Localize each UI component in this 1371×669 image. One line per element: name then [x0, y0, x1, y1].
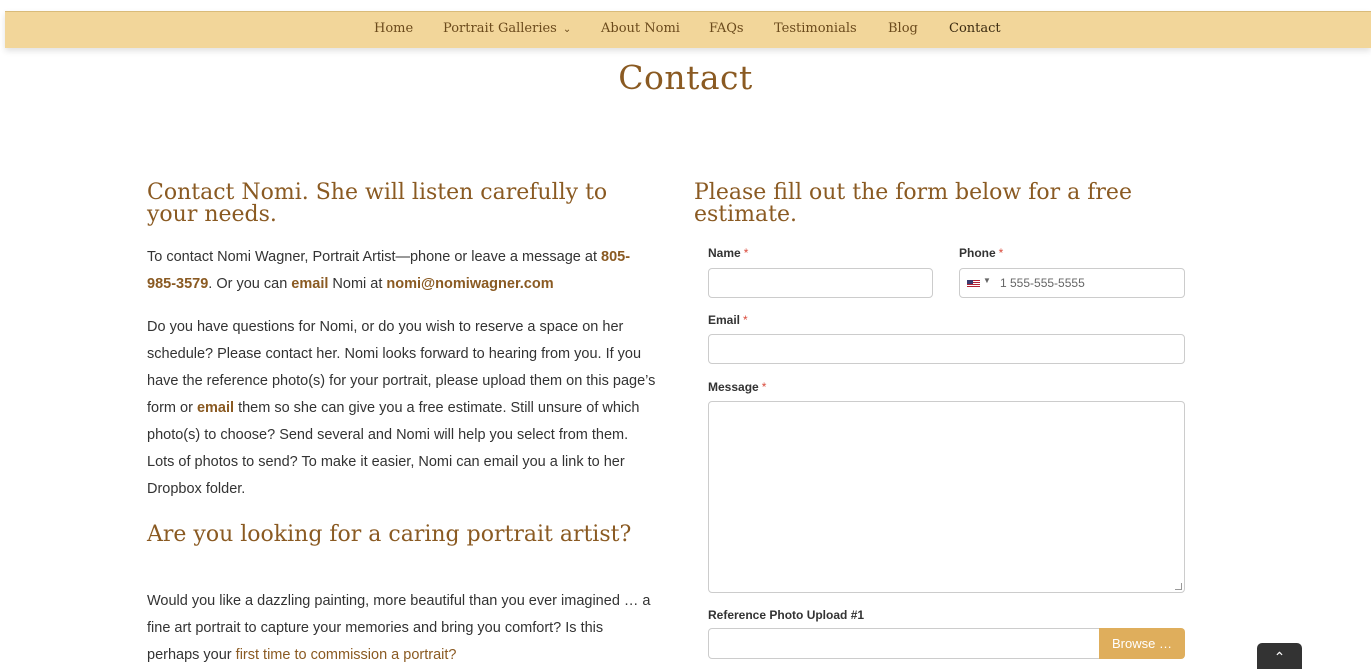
first-time-link[interactable]: first time to commission a portrait? — [236, 647, 457, 663]
message-textarea[interactable] — [708, 401, 1185, 593]
nav-portrait-galleries[interactable]: Portrait Galleries ⌄ — [443, 21, 571, 36]
email-label: Email * — [708, 313, 748, 327]
back-to-top-button[interactable]: ⌃ — [1257, 643, 1302, 669]
phone-label: Phone * — [959, 246, 1003, 260]
email-link[interactable]: email — [291, 276, 328, 292]
phone-placeholder: 1 555-555-5555 — [1000, 276, 1085, 290]
contact-heading: Contact Nomi. She will listen carefully … — [147, 180, 608, 227]
chevron-up-icon: ⌃ — [1273, 649, 1286, 665]
page-title: Contact — [618, 58, 753, 97]
nav-about-nomi[interactable]: About Nomi — [601, 21, 680, 36]
name-label: Name * — [708, 246, 748, 260]
required-mark: * — [743, 313, 748, 327]
nav-contact[interactable]: Contact — [949, 21, 1001, 36]
email-input[interactable] — [708, 334, 1185, 364]
form-heading: Please fill out the form below for a fre… — [694, 180, 1132, 227]
upload-label: Reference Photo Upload #1 — [708, 608, 865, 622]
contact-paragraph: To contact Nomi Wagner, Portrait Artist—… — [147, 244, 657, 298]
nav-portrait-galleries-label: Portrait Galleries — [443, 21, 557, 36]
phone-label-text: Phone — [959, 246, 996, 260]
phone-input[interactable]: ▼ 1 555-555-5555 — [959, 268, 1185, 298]
required-mark: * — [743, 246, 749, 260]
nav-home[interactable]: Home — [374, 21, 413, 36]
required-mark: * — [761, 380, 767, 394]
email-label-text: Email — [708, 313, 741, 327]
top-strip — [0, 0, 1371, 11]
required-mark: * — [998, 246, 1004, 260]
resize-handle-icon[interactable] — [1175, 583, 1182, 590]
nav-blog[interactable]: Blog — [888, 21, 918, 36]
nav-testimonials[interactable]: Testimonials — [774, 21, 857, 36]
nav-faqs[interactable]: FAQs — [709, 21, 744, 36]
upload-filename-field[interactable] — [708, 628, 1100, 659]
us-flag-icon[interactable] — [967, 280, 980, 288]
email-address-link[interactable]: nomi@nomiwagner.com — [386, 276, 553, 292]
contact-text-2: . Or you can — [208, 276, 292, 292]
name-label-text: Name — [708, 246, 741, 260]
browse-button[interactable]: Browse … — [1099, 628, 1185, 659]
portrait-paragraph: Would you like a dazzling painting, more… — [147, 588, 657, 669]
questions-paragraph: Do you have questions for Nomi, or do yo… — [147, 314, 657, 503]
main-nav: Home Portrait Galleries ⌄ About Nomi FAQs… — [5, 11, 1371, 48]
contact-text-1: To contact Nomi Wagner, Portrait Artist—… — [147, 249, 597, 265]
portrait-artist-heading: Are you looking for a caring portrait ar… — [147, 522, 632, 547]
message-label-text: Message — [708, 380, 759, 394]
message-label: Message * — [708, 380, 766, 394]
contact-text-3: Nomi at — [328, 276, 387, 292]
name-input[interactable] — [708, 268, 933, 298]
email-link-2[interactable]: email — [197, 400, 234, 416]
caret-down-icon[interactable]: ▼ — [983, 276, 991, 285]
chevron-down-icon: ⌄ — [562, 24, 572, 35]
